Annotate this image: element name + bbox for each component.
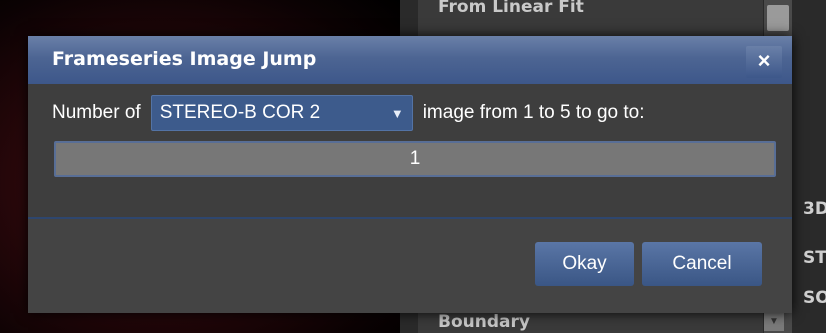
list-item-from-linear-fit[interactable]: From Linear Fit: [438, 0, 584, 17]
list-item-boundary[interactable]: Boundary: [438, 312, 530, 332]
dialog-title: Frameseries Image Jump: [52, 48, 317, 70]
prompt-row: Number of STEREO-B COR 2 ▼ image from 1 …: [52, 93, 782, 133]
frameseries-jump-dialog: Frameseries Image Jump × Number of STERE…: [28, 36, 792, 313]
close-button[interactable]: ×: [746, 46, 782, 78]
okay-button[interactable]: Okay: [535, 242, 634, 286]
close-icon: ×: [757, 48, 771, 73]
dialog-titlebar[interactable]: Frameseries Image Jump ×: [28, 36, 792, 84]
scroll-down-icon[interactable]: ▼: [764, 313, 784, 331]
prompt-suffix: image from 1 to 5 to go to:: [422, 102, 645, 123]
frameseries-select[interactable]: STEREO-B COR 2 ▼: [150, 95, 413, 131]
dialog-footer: Okay Cancel: [28, 219, 792, 313]
image-number-input[interactable]: 1: [54, 141, 776, 177]
chevron-down-icon: ▼: [390, 105, 404, 121]
prompt-prefix: Number of: [52, 102, 141, 123]
right-label-st: ST: [803, 248, 826, 268]
right-label-3d: 3D: [803, 199, 826, 219]
frameseries-select-value: STEREO-B COR 2: [159, 102, 321, 123]
cancel-button[interactable]: Cancel: [642, 242, 762, 286]
scrollbar-thumb[interactable]: [767, 5, 789, 31]
right-label-so: SO: [803, 288, 826, 308]
